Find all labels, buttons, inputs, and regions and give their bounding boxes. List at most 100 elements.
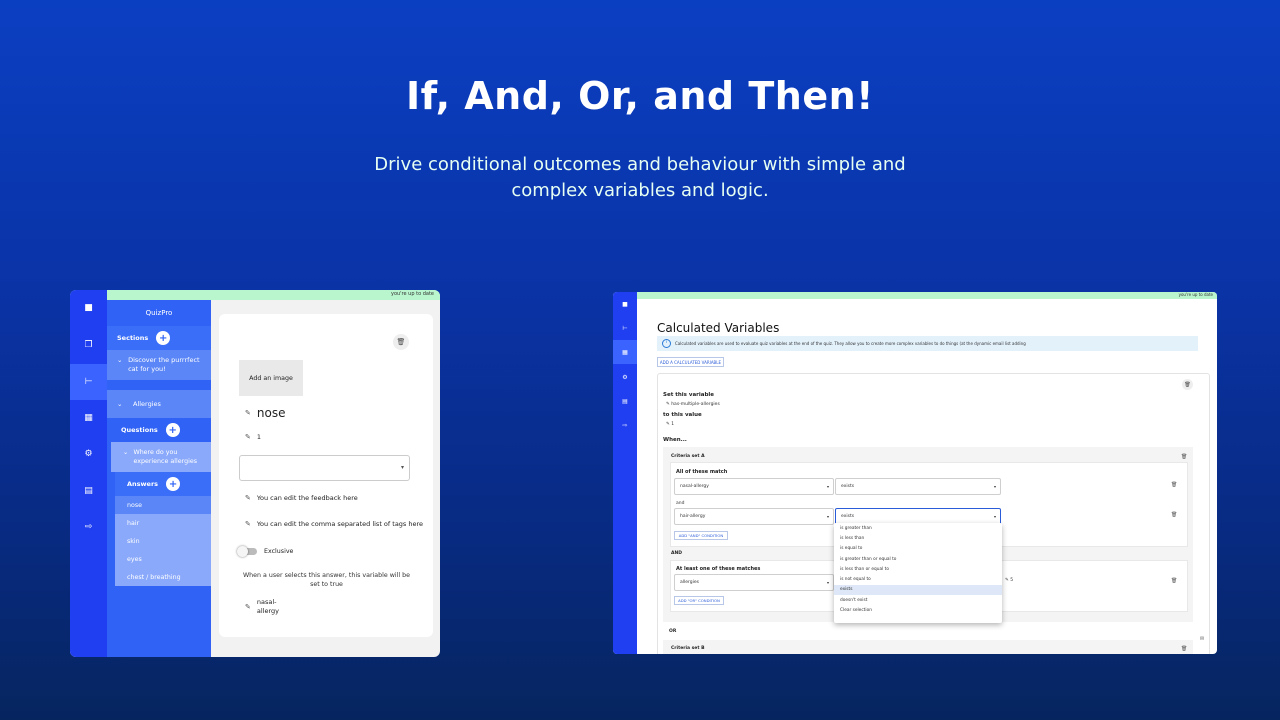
questions-panel: Questions + ⌄ Where do you experience alle… (111, 418, 211, 586)
add-calculated-variable-button[interactable]: ADD A CALCULATED VARIABLE (657, 357, 724, 367)
delete-icon[interactable]: 🗑 (1182, 379, 1193, 390)
answer-item[interactable]: chest / breathing (115, 568, 211, 586)
chat-icon[interactable]: ✉ (1200, 636, 1204, 642)
answers-panel: Answers + nose hair skin eyes chest / bre… (115, 472, 211, 586)
menu-item[interactable]: is equal to (834, 544, 1002, 554)
gear-icon[interactable]: ⚙ (70, 436, 107, 472)
hero-subtitle: Drive conditional outcomes and behaviour… (374, 154, 906, 201)
add-answer-button[interactable]: + (166, 477, 181, 491)
chevron-down-icon: ⌄ (117, 356, 123, 364)
add-and-condition-button[interactable]: ADD "AND" CONDITION (674, 531, 728, 540)
menu-item[interactable]: Clear selection (834, 605, 1002, 615)
delete-icon[interactable]: 🗑 (1181, 646, 1187, 652)
menu-item[interactable]: is not equal to (834, 574, 1002, 584)
sections-header: Sections + (107, 326, 211, 350)
gear-icon[interactable]: ⚙ (613, 365, 637, 389)
question-item[interactable]: ⌄ Where do you experience allergies (111, 442, 211, 472)
menu-item[interactable]: is less than or equal to (834, 564, 1002, 574)
condition-variable-select[interactable]: nasal-allergy ▾ (674, 478, 834, 495)
logout-icon[interactable]: ⇨ (613, 413, 637, 437)
answer-text: nose (256, 406, 286, 420)
chevron-down-icon: ⌄ (123, 449, 129, 456)
page-title: Calculated Variables (657, 321, 780, 335)
save-icon[interactable]: ■ (613, 292, 637, 316)
variable-name-field[interactable]: ✎ has-multiple-allergies (666, 402, 720, 407)
exclusive-label: Exclusive (264, 548, 294, 555)
tags-text: You can edit the comma separated list of… (256, 520, 424, 528)
save-icon[interactable]: ■ (70, 290, 107, 326)
add-question-button[interactable]: + (165, 423, 180, 437)
menu-item[interactable]: doesn't exist (834, 595, 1002, 605)
hero-title: If, And, Or, and Then! (406, 74, 874, 118)
condition-variable-select[interactable]: allergies ▾ (674, 574, 834, 591)
section-label: Allergies (133, 400, 161, 408)
flow-icon[interactable]: ⊢ (613, 316, 637, 340)
pencil-icon: ✎ (245, 603, 251, 611)
when-label: When... (663, 437, 687, 443)
add-or-condition-button[interactable]: ADD "OR" CONDITION (674, 596, 724, 605)
menu-item[interactable]: exists (834, 584, 1002, 596)
pencil-icon: ✎ (245, 494, 251, 502)
quiz-editor-window: ■ ❐ ⊢ ▦ ⚙ ▤ ⇨ you're up to date QuizPro … (70, 290, 440, 657)
chevron-down-icon: ⌄ (117, 400, 123, 408)
condition-variable-select[interactable]: hair-allergy ▾ (674, 508, 834, 525)
grid-icon[interactable]: ▦ (70, 400, 107, 436)
add-section-button[interactable]: + (156, 331, 171, 345)
questions-header: Questions + (111, 418, 211, 442)
delete-icon[interactable]: 🗑 (1181, 454, 1187, 460)
criteria-set-b: Criteria set B 🗑 (663, 640, 1193, 654)
operator-dropdown-menu: is greater than is less than is equal to… (834, 523, 1002, 623)
pencil-icon: ✎ (245, 433, 251, 441)
answer-item[interactable]: eyes (115, 550, 211, 568)
select-value: allergies (680, 580, 700, 585)
variable-field[interactable]: ✎ nasal-allergy (245, 598, 305, 616)
menu-item[interactable]: is greater than or equal to (834, 554, 1002, 564)
exclusive-toggle[interactable] (237, 546, 257, 557)
delete-icon[interactable]: 🗑 (1171, 512, 1177, 518)
variable-select[interactable]: ▾ (239, 455, 410, 481)
menu-item[interactable]: is greater than (834, 523, 1002, 533)
helper-text: When a user selects this answer, this va… (242, 572, 411, 588)
copy-icon[interactable]: ❐ (70, 327, 107, 363)
variable-text: nasal-allergy (256, 598, 279, 615)
condition-operator-select[interactable]: exists ▾ (835, 478, 1001, 495)
feedback-field[interactable]: ✎ You can edit the feedback here (245, 494, 358, 502)
all-match-label: All of these match (676, 469, 728, 475)
delete-icon[interactable]: 🗑 (393, 334, 409, 350)
delete-icon[interactable]: 🗑 (1171, 482, 1177, 488)
answers-header: Answers + (115, 472, 211, 496)
number-value: 5 (1010, 578, 1014, 583)
section-item[interactable]: ⌄ Discover the purrrfect cat for you! (107, 350, 211, 380)
delete-icon[interactable]: 🗑 (1171, 578, 1177, 584)
menu-item[interactable]: is less than (834, 533, 1002, 543)
answer-item[interactable]: hair (115, 514, 211, 532)
section-item[interactable]: ⌄ Allergies (107, 390, 211, 418)
score-field[interactable]: ✎ 1 (245, 433, 261, 441)
brand-logo: QuizPro (145, 309, 173, 317)
number-field[interactable]: ✎ 5 (1005, 578, 1013, 583)
section-label: Discover the purrrfect cat for you! (128, 356, 200, 373)
answer-item[interactable]: skin (115, 532, 211, 550)
status-text: you're up to date (391, 291, 434, 297)
and-separator: AND (671, 551, 682, 556)
answer-item[interactable]: nose (115, 496, 211, 514)
pencil-icon: ✎ (245, 409, 251, 417)
answers-label: Answers (127, 480, 159, 488)
status-bar: you're up to date (637, 292, 1217, 299)
icon-rail: ■ ⊢ ▦ ⚙ ▤ ⇨ (613, 292, 637, 654)
to-value-label: to this value (663, 412, 702, 418)
logout-icon[interactable]: ⇨ (70, 509, 107, 545)
questions-label: Questions (121, 426, 158, 434)
or-separator: OR (669, 629, 677, 634)
add-image-button[interactable]: Add an image (239, 360, 303, 396)
calculated-variables-window: ■ ⊢ ▦ ⚙ ▤ ⇨ you're up to date Calculated… (613, 292, 1217, 654)
flow-icon[interactable]: ⊢ (70, 364, 107, 400)
card-icon[interactable]: ▤ (70, 473, 107, 509)
grid-icon[interactable]: ▦ (613, 340, 637, 364)
chevron-down-icon: ▾ (826, 514, 829, 519)
variable-name: has-multiple-allergies (671, 402, 720, 407)
value-field[interactable]: ✎ 1 (666, 422, 674, 427)
answer-text-field[interactable]: ✎ nose (245, 406, 285, 420)
card-icon[interactable]: ▤ (613, 389, 637, 413)
tags-field[interactable]: ✎ You can edit the comma separated list o… (245, 520, 423, 528)
